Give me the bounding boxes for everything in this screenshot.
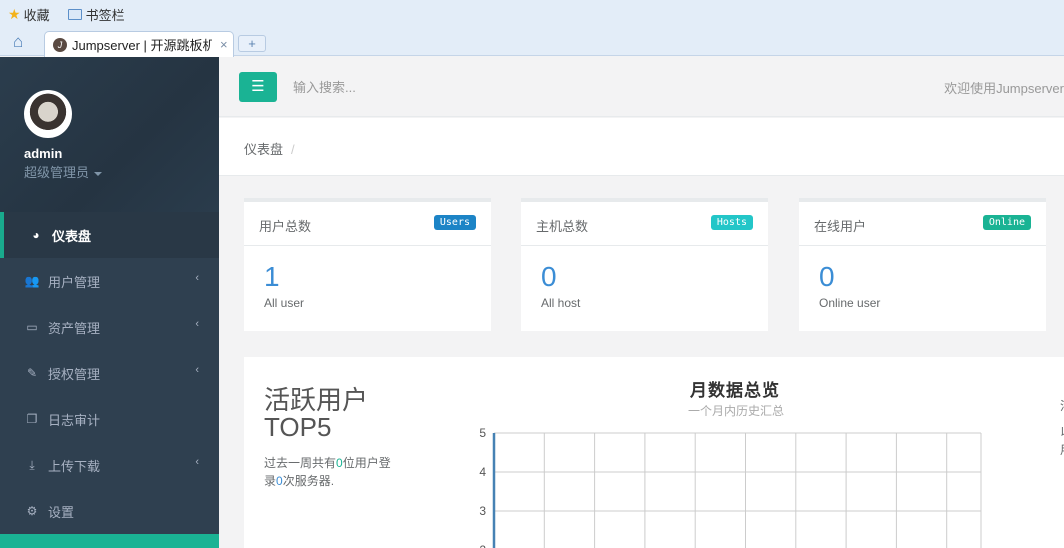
y-tick-label: 3 bbox=[479, 504, 486, 518]
sidebar-item-3[interactable]: ✎ 授权管理 ‹ bbox=[0, 350, 219, 396]
card-title: 主机总数 bbox=[536, 219, 589, 234]
sidebar-item-5[interactable]: ⤓ 上传下载 ‹ bbox=[0, 442, 219, 488]
profile-section: admin 超级管理员 bbox=[0, 57, 219, 212]
browser-tab[interactable]: J Jumpserver | 开源跳板机 × bbox=[44, 31, 234, 57]
cut-text: 用 bbox=[1060, 441, 1064, 458]
bookmark-bar-folder[interactable]: 书签栏 bbox=[67, 5, 125, 24]
profile-name: admin bbox=[24, 146, 63, 161]
welcome-text: 欢迎使用Jumpserver bbox=[944, 81, 1064, 96]
cogs-icon: ⚙ bbox=[26, 504, 38, 518]
inbox-icon: ▭ bbox=[26, 320, 38, 334]
activity-panel: 活跃用户 TOP5 过去一周共有0位用户登录0次服务器. 月数据总览 一个月内历史… bbox=[244, 357, 1064, 548]
hosts-badge: Hosts bbox=[710, 215, 753, 230]
card-title: 在线用户 bbox=[814, 219, 867, 234]
users-icon: 👥 bbox=[24, 274, 40, 288]
page-heading: 仪表盘 / bbox=[219, 118, 1064, 176]
stat-card-users: 用户总数 Users 1 All user bbox=[244, 198, 491, 331]
close-icon[interactable]: × bbox=[220, 37, 228, 52]
dashboard-icon: ◕ bbox=[32, 228, 40, 242]
top-navbar: ☰ 欢迎使用Jumpserver bbox=[219, 57, 1064, 117]
breadcrumb-item[interactable]: 仪表盘 bbox=[244, 142, 283, 157]
sidebar-item-6[interactable]: ⚙ 设置 bbox=[0, 488, 219, 534]
y-tick-label: 5 bbox=[479, 426, 486, 440]
role-label: 超级管理员 bbox=[24, 165, 90, 180]
sidebar-item-0[interactable]: ◕ 仪表盘 bbox=[0, 212, 219, 258]
hamburger-icon: ☰ bbox=[251, 78, 265, 95]
sidebar-item-1[interactable]: 👥 用户管理 ‹ bbox=[0, 258, 219, 304]
search-input[interactable] bbox=[293, 77, 593, 97]
cut-text: 活 bbox=[1060, 397, 1064, 414]
files-icon: ❐ bbox=[26, 412, 38, 426]
tab-title: Jumpserver | 开源跳板机 bbox=[72, 38, 212, 53]
nav-list: ◕ 仪表盘 👥 用户管理 ‹ ▭ 资产管理 ‹ ✎ 授权管理 ‹ ❐ 日志审计 ⤓ 上传下载 ‹ ⚙ 设置 bbox=[0, 212, 219, 534]
profile-role-dropdown[interactable]: 超级管理员 bbox=[24, 162, 219, 181]
sidebar-item-label: 资产管理 bbox=[48, 320, 101, 336]
online-badge: Online bbox=[982, 215, 1031, 230]
card-caption: All host bbox=[541, 296, 581, 310]
card-value: 0 bbox=[819, 261, 835, 292]
sidebar-item-4[interactable]: ❐ 日志审计 bbox=[0, 396, 219, 442]
sidebar-item-label: 仪表盘 bbox=[52, 228, 92, 244]
star-icon: ★ bbox=[8, 5, 21, 22]
avatar[interactable] bbox=[24, 90, 72, 138]
cut-text: 以 bbox=[1060, 423, 1064, 440]
tab-bar: ⌂ J Jumpserver | 开源跳板机 × + bbox=[0, 28, 1064, 57]
breadcrumb-separator: / bbox=[291, 142, 295, 157]
bookmarks-bar: ★ 收藏 书签栏 bbox=[0, 0, 1064, 28]
bookmark-label: 收藏 bbox=[23, 7, 50, 23]
card-value: 0 bbox=[541, 261, 557, 292]
folder-icon bbox=[67, 8, 82, 20]
card-title: 用户总数 bbox=[259, 219, 312, 234]
sidebar-item-label: 上传下载 bbox=[48, 458, 101, 474]
users-badge: Users bbox=[433, 215, 476, 230]
stat-card-hosts: 主机总数 Hosts 0 All host bbox=[521, 198, 768, 331]
card-caption: Online user bbox=[819, 296, 881, 310]
edit-icon: ✎ bbox=[26, 366, 38, 380]
sidebar-item-label: 设置 bbox=[48, 504, 75, 520]
sidebar-item-2[interactable]: ▭ 资产管理 ‹ bbox=[0, 304, 219, 350]
bookmark-label: 书签栏 bbox=[85, 7, 125, 23]
sidebar: admin 超级管理员 ◕ 仪表盘 👥 用户管理 ‹ ▭ 资产管理 ‹ ✎ 授权管理 ‹ ❐ 日志审计 ⤓… bbox=[0, 57, 219, 548]
chevron-left-icon: ‹ bbox=[195, 272, 199, 284]
card-caption: All user bbox=[264, 296, 305, 310]
new-tab-button[interactable]: + bbox=[238, 35, 266, 52]
sidebar-item-label: 用户管理 bbox=[48, 274, 101, 290]
sidebar-bottom-bar bbox=[0, 534, 219, 548]
bookmark-favorites[interactable]: ★ 收藏 bbox=[8, 5, 50, 24]
stat-card-online: 在线用户 Online 0 Online user bbox=[799, 198, 1046, 331]
y-tick-label: 4 bbox=[479, 465, 486, 479]
sidebar-item-label: 日志审计 bbox=[48, 412, 101, 428]
download-icon: ⤓ bbox=[29, 457, 35, 472]
monthly-chart: 5 4 3 2 bbox=[479, 426, 982, 548]
caret-down-icon bbox=[94, 171, 103, 176]
home-icon[interactable]: ⌂ bbox=[13, 33, 31, 51]
chevron-left-icon: ‹ bbox=[195, 318, 199, 330]
chevron-left-icon: ‹ bbox=[195, 456, 199, 468]
chevron-left-icon: ‹ bbox=[195, 364, 199, 376]
sidebar-item-label: 授权管理 bbox=[48, 366, 101, 382]
y-tick-label: 2 bbox=[479, 543, 486, 548]
favicon-icon: J bbox=[53, 37, 67, 52]
menu-toggle-button[interactable]: ☰ bbox=[239, 72, 277, 102]
card-value: 1 bbox=[264, 261, 280, 292]
